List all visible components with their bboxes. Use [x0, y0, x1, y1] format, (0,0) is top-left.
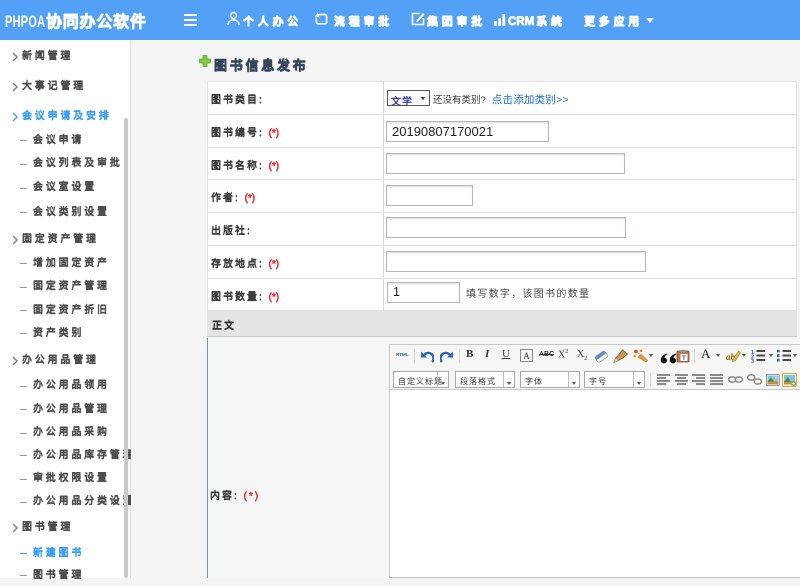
svg-text:T: T: [682, 356, 686, 362]
svg-text:3: 3: [751, 359, 754, 363]
